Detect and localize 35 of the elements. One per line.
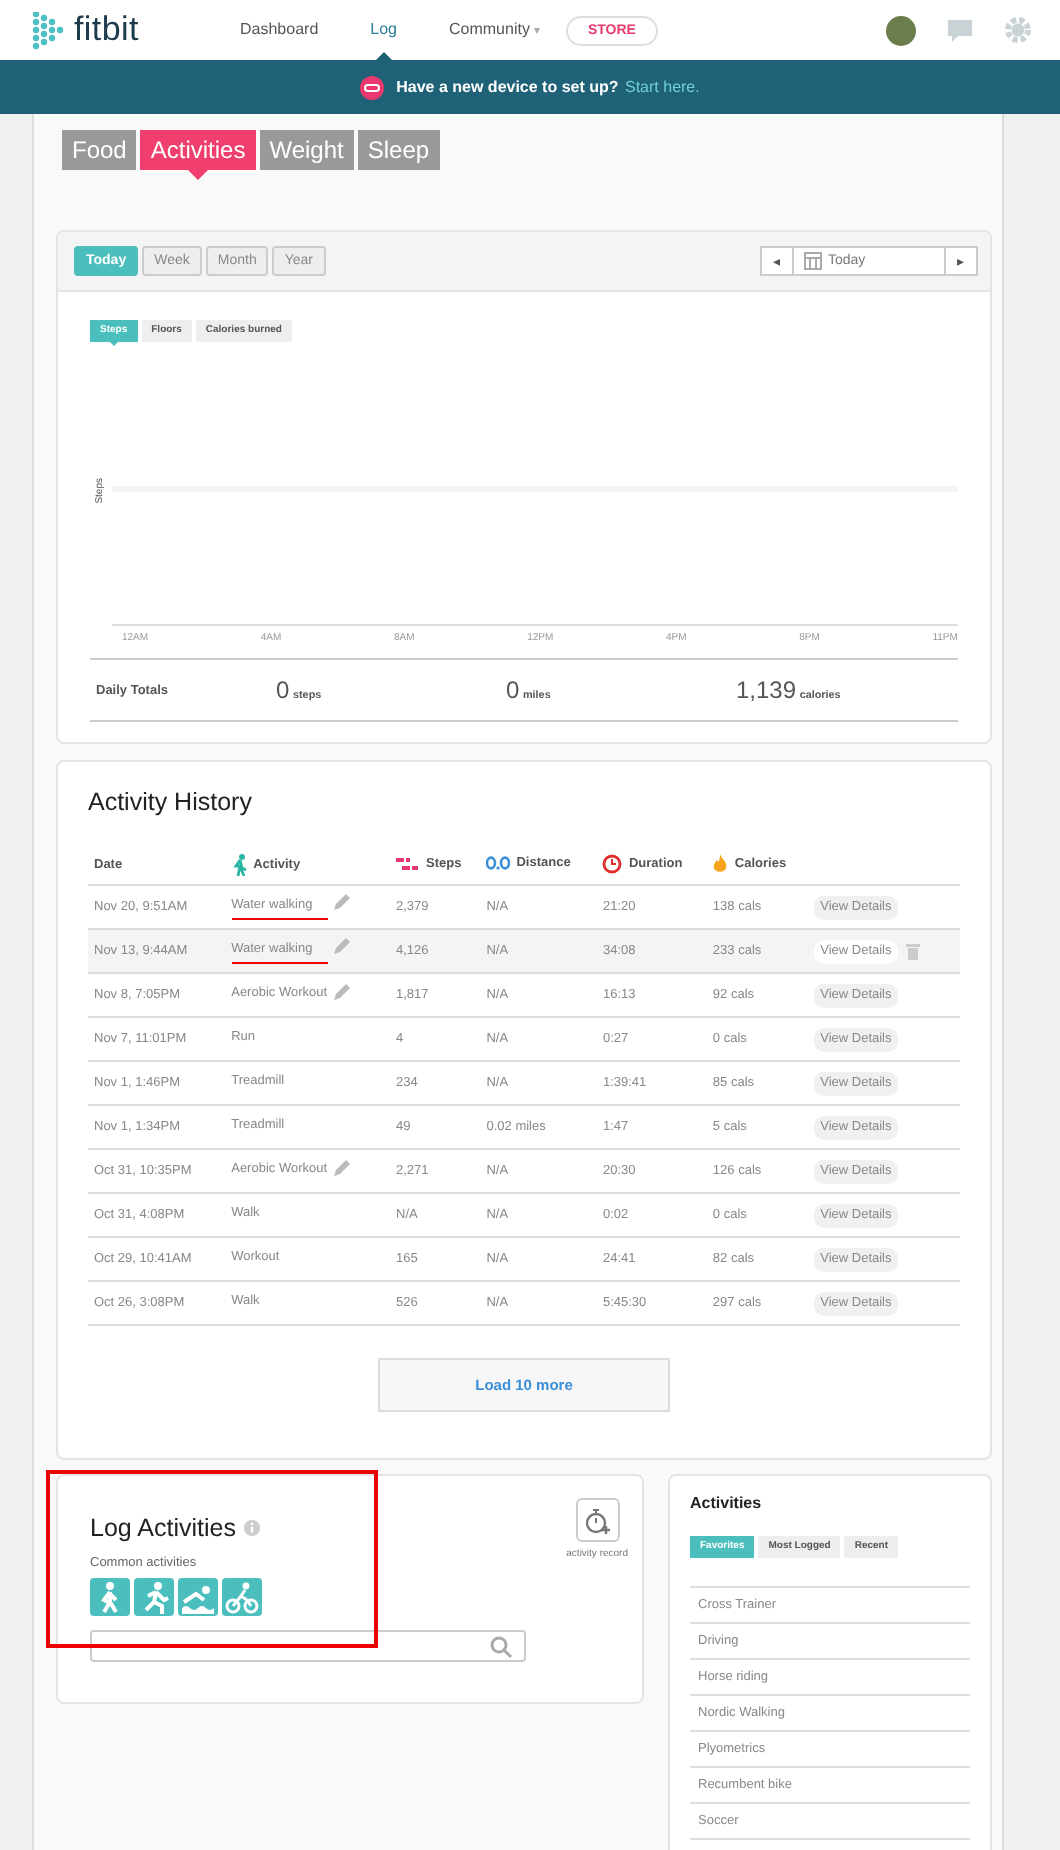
pencil-icon [332, 938, 351, 957]
logo-text: fitbit [74, 10, 139, 50]
flame-icon [712, 854, 729, 874]
chat-icon [946, 17, 974, 43]
footprints-icon [396, 856, 421, 872]
search-field[interactable] [90, 1630, 526, 1662]
cyclist-button[interactable] [222, 1578, 262, 1616]
pencil-icon [331, 1159, 350, 1178]
stopwatch-plus-icon [583, 1507, 612, 1533]
activity-record-button[interactable] [575, 1498, 620, 1542]
nav-link[interactable]: Log [344, 0, 423, 60]
nav-link[interactable]: Dashboard [214, 0, 345, 60]
calendar-icon [804, 252, 822, 270]
runner-button[interactable] [134, 1578, 174, 1616]
link-icon [360, 75, 385, 99]
walker-icon [231, 853, 248, 875]
panel-title: Activities [690, 1494, 764, 1512]
distance-icon [486, 856, 511, 871]
trash-icon [905, 943, 920, 959]
settings-icon [1004, 16, 1032, 44]
section-title: Log Activities [90, 1514, 236, 1542]
pencil-icon [332, 894, 351, 913]
cyclist-icon [224, 1579, 260, 1615]
info-icon [243, 1520, 260, 1536]
walker-button[interactable] [90, 1578, 130, 1616]
logo-icon [30, 11, 66, 49]
swimmer-button[interactable] [178, 1578, 218, 1616]
setup-link[interactable]: Start here. [625, 78, 700, 96]
clock-icon [602, 854, 623, 874]
pencil-icon [331, 983, 350, 1002]
search-icon [490, 1635, 512, 1657]
category-tab[interactable]: Activities [140, 130, 256, 180]
avatar[interactable] [886, 15, 916, 45]
banner-text: Have a new device to set up? [396, 78, 621, 96]
section-title: Activity History [88, 788, 254, 816]
